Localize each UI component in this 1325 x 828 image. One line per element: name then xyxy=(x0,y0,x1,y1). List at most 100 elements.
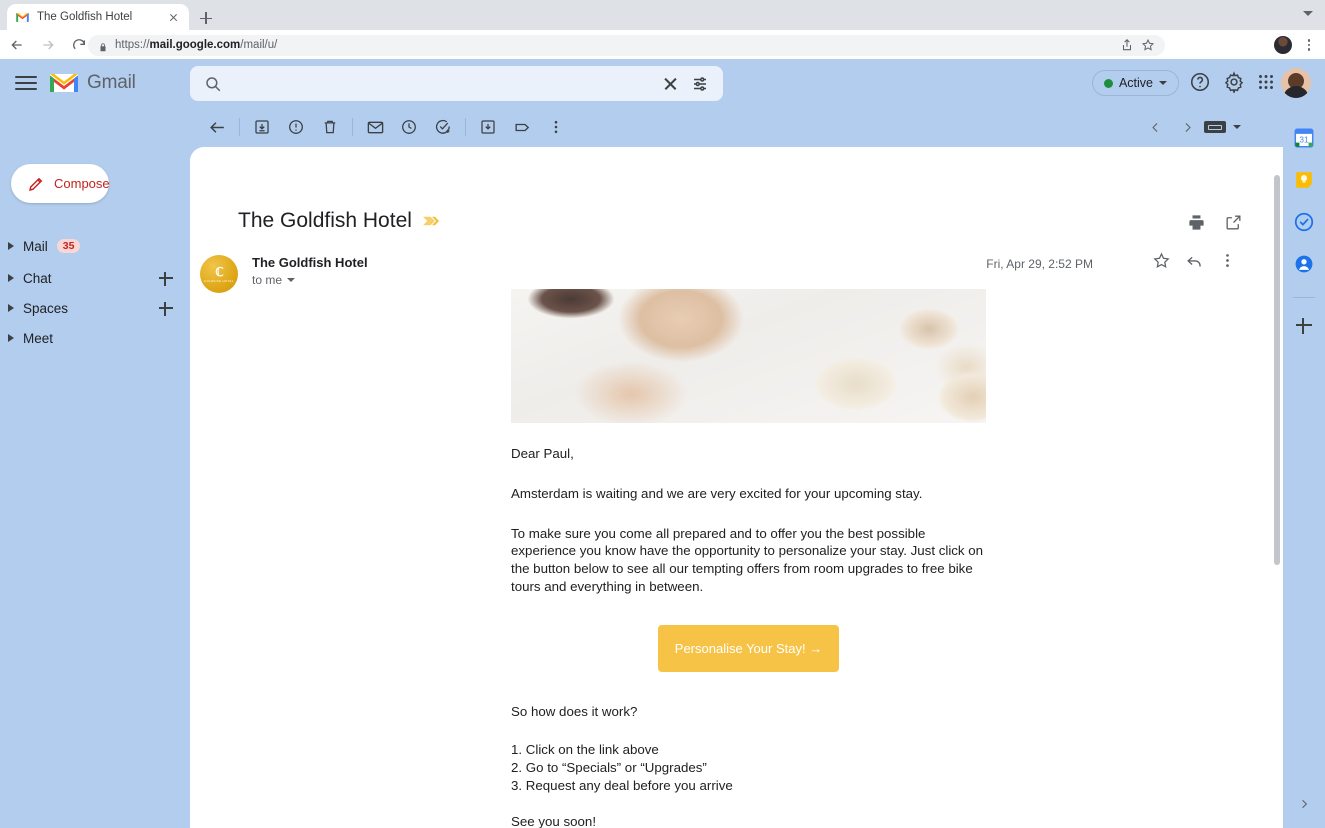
email-paragraph-2: To make sure you come all prepared and t… xyxy=(511,525,984,594)
back-arrow-icon[interactable] xyxy=(3,31,31,59)
status-dot-icon xyxy=(1103,78,1113,88)
gmail-logo-icon xyxy=(48,71,80,95)
compose-button[interactable]: Compose xyxy=(11,164,110,203)
gmail-logo[interactable]: Gmail xyxy=(48,71,136,95)
share-icon[interactable] xyxy=(1120,38,1134,52)
recipient-label: to me xyxy=(252,273,283,287)
sidebar-item-chat[interactable]: Chat xyxy=(0,263,190,293)
browser-tab[interactable]: The Goldfish Hotel xyxy=(7,4,189,30)
list-item: 2. Go to “Specials” or “Upgrades” xyxy=(511,759,707,775)
unread-count-badge: 35 xyxy=(56,239,81,253)
add-to-tasks-icon[interactable] xyxy=(426,110,460,144)
recipient-row[interactable]: to me xyxy=(252,273,296,287)
subject-row: The Goldfish Hotel xyxy=(238,209,440,233)
sidebar-item-meet[interactable]: Meet xyxy=(0,323,190,353)
contacts-icon[interactable] xyxy=(1293,253,1315,275)
lock-icon xyxy=(98,40,108,51)
snooze-icon[interactable] xyxy=(392,110,426,144)
url-path: /mail/u/ xyxy=(240,39,278,51)
chrome-profile-avatar[interactable] xyxy=(1274,36,1292,54)
add-chat-icon[interactable] xyxy=(158,270,174,286)
search-input[interactable] xyxy=(234,75,650,92)
new-tab-icon[interactable] xyxy=(196,8,216,28)
gear-icon[interactable] xyxy=(1223,71,1247,95)
status-badge[interactable]: Active xyxy=(1091,70,1179,96)
apps-grid-icon[interactable] xyxy=(1255,71,1279,95)
reading-pane-scroll: The Goldfish Hotel ℂ GOLDFISH HOTEL The … xyxy=(190,147,1283,828)
sidebar-item-label: Spaces xyxy=(23,300,69,316)
more-options-icon[interactable] xyxy=(539,110,573,144)
chevron-right-icon xyxy=(8,334,14,342)
cta-container: Personalise Your Stay! → xyxy=(511,624,986,672)
mail-toolbar xyxy=(190,107,1283,147)
mail-toolbar-right xyxy=(1140,107,1241,147)
omnibox[interactable]: https://mail.google.com/mail/u/ xyxy=(88,34,1165,56)
mark-unread-icon[interactable] xyxy=(358,110,392,144)
keyboard-icon[interactable] xyxy=(1204,121,1226,133)
omnibox-url: https://mail.google.com/mail/u/ xyxy=(115,39,1113,51)
search-icon xyxy=(204,75,222,93)
close-icon[interactable] xyxy=(166,10,181,25)
move-to-icon[interactable] xyxy=(471,110,505,144)
back-arrow-icon[interactable] xyxy=(200,110,234,144)
sidebar-item-label: Meet xyxy=(23,330,54,346)
star-icon[interactable] xyxy=(1141,38,1155,52)
gmail-favicon-icon xyxy=(15,10,30,25)
calendar-icon[interactable]: 31 xyxy=(1293,127,1315,149)
account-avatar[interactable] xyxy=(1281,68,1311,98)
print-icon[interactable] xyxy=(1187,213,1206,232)
chevron-right-icon[interactable] xyxy=(1292,792,1316,816)
keep-icon[interactable] xyxy=(1293,169,1315,191)
add-app-icon[interactable] xyxy=(1295,316,1313,334)
avatar: ℂ GOLDFISH HOTEL xyxy=(200,255,238,293)
url-domain: mail.google.com xyxy=(149,39,241,51)
sidebar-item-label: Mail xyxy=(23,238,48,254)
browser-toolbar: https://mail.google.com/mail/u/ xyxy=(0,30,1325,59)
list-item: 3. Request any deal before you arrive xyxy=(511,777,733,793)
url-prefix: https:// xyxy=(115,39,150,51)
toolbar-divider xyxy=(239,118,240,136)
open-in-new-icon[interactable] xyxy=(1224,213,1243,232)
message-timestamp: Fri, Apr 29, 2:52 PM xyxy=(986,257,1093,271)
scrollbar[interactable] xyxy=(1273,147,1281,828)
important-marker-icon[interactable] xyxy=(422,214,440,228)
forward-arrow-icon xyxy=(34,31,62,59)
sidebar: Compose Mail 35 Chat Spaces Meet xyxy=(0,107,190,828)
sidebar-item-label: Chat xyxy=(23,270,52,286)
email-signoff: See you soon! xyxy=(511,813,597,828)
label-icon[interactable] xyxy=(505,110,539,144)
older-message-button[interactable] xyxy=(1172,112,1202,142)
star-icon[interactable] xyxy=(1152,251,1171,270)
chevron-down-icon[interactable] xyxy=(1233,125,1241,129)
gmail-logo-text: Gmail xyxy=(87,72,136,93)
panel-divider xyxy=(1293,297,1315,298)
reply-icon[interactable] xyxy=(1185,251,1204,270)
steps-list: 1. Click on the link above 2. Go to “Spe… xyxy=(511,741,986,795)
tasks-icon[interactable] xyxy=(1293,211,1315,233)
tune-icon[interactable] xyxy=(691,75,709,93)
newer-message-button[interactable] xyxy=(1140,112,1170,142)
chrome-menu-icon[interactable] xyxy=(1301,37,1317,53)
delete-icon[interactable] xyxy=(313,110,347,144)
email-paragraph-1: Amsterdam is waiting and we are very exc… xyxy=(511,485,923,501)
report-spam-icon[interactable] xyxy=(279,110,313,144)
how-it-works-heading: So how does it work? xyxy=(511,703,638,719)
more-options-icon[interactable] xyxy=(1218,251,1237,270)
close-icon[interactable] xyxy=(662,75,679,92)
sidebar-item-mail[interactable]: Mail 35 xyxy=(0,231,190,261)
personalise-stay-button[interactable]: Personalise Your Stay! → xyxy=(658,624,839,672)
add-space-icon[interactable] xyxy=(158,300,174,316)
help-icon[interactable] xyxy=(1189,71,1213,95)
gmail-header: Gmail Active xyxy=(0,59,1325,107)
chevron-down-icon[interactable] xyxy=(287,278,296,282)
scrollbar-thumb[interactable] xyxy=(1274,175,1280,565)
archive-icon[interactable] xyxy=(245,110,279,144)
chevron-down-icon xyxy=(1159,81,1167,85)
search-bar[interactable] xyxy=(190,66,723,101)
hamburger-icon[interactable] xyxy=(15,72,37,94)
chevron-down-icon[interactable] xyxy=(1303,11,1313,16)
pane-top-actions xyxy=(1187,213,1243,232)
chevron-right-icon xyxy=(8,304,14,312)
status-label: Active xyxy=(1118,76,1153,90)
sidebar-item-spaces[interactable]: Spaces xyxy=(0,293,190,323)
